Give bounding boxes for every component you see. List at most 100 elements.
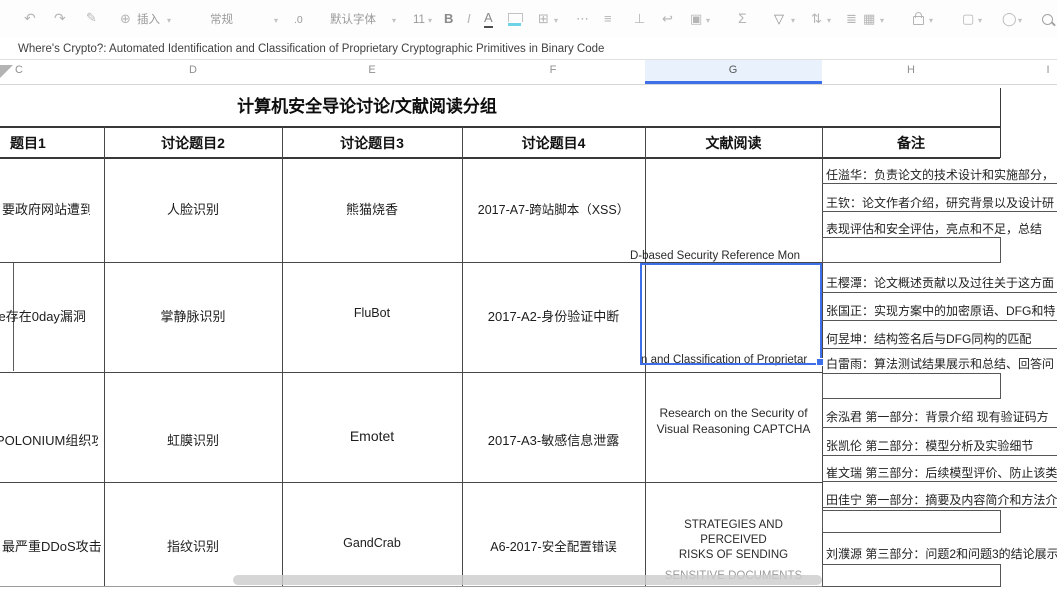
formula-bar[interactable]: Where's Crypto?: Automated Identificatio… [0,38,1057,59]
filter-button[interactable]: ▽ [774,12,784,26]
remark-cell[interactable]: 张国正：实现方案中的加密原语、DFG和特 [826,302,1055,319]
remark-cell[interactable]: 余泓君 第一部分：背景介绍 现有验证码方 [826,408,1049,425]
column-header-c[interactable]: C [4,64,34,76]
remark-cell[interactable]: 任溢华：负责论文的技术设计和实施部分， [826,166,1054,183]
remark-empty-cell[interactable] [822,373,1001,399]
spreadsheet-app: ↶ ↷ ✎ ⊕ 插入 ▾ 常规 ▾ .0 默认字体 ▾ 11 ▾ B I A ⊞… [0,0,1057,593]
header-reading[interactable]: 文献阅读 [645,133,822,153]
header-topic3[interactable]: 讨论题目3 [282,133,462,153]
grid-line [0,126,1000,128]
vertical-align-button[interactable]: ⊥ [634,12,645,26]
column-header-g[interactable]: G [718,64,748,76]
cell-topic1[interactable]: 要政府网站遭到 [2,199,90,218]
redo-icon[interactable]: ↷ [54,11,66,25]
remark-cell[interactable]: 张凯伦 第二部分：模型分析及实验细节 [826,437,1033,454]
remark-empty-cell[interactable] [822,237,1001,263]
column-header-f[interactable]: F [538,64,568,76]
wrap-text-button[interactable]: ↩ [662,12,673,26]
cell-style-icon[interactable]: ≣ [846,12,857,26]
cell-topic2[interactable]: 人脸识别 [104,199,282,218]
grid-line [462,127,463,586]
search-icon[interactable] [1042,14,1053,25]
lock-cell-button[interactable] [913,16,924,25]
remark-cell[interactable]: 白雷雨：算法测试结果展示和总结、回答问 [826,355,1054,372]
cell-reading-line[interactable]: Visual Reasoning CAPTCHA [645,422,822,436]
cell-topic1[interactable]: POLONIUM组织攻 [0,430,98,449]
cell-topic3[interactable]: Emotet [282,428,462,444]
cell-topic2[interactable]: 指纹识别 [104,536,282,555]
cell-topic3[interactable]: GandCrab [282,536,462,550]
horizontal-scrollbar-thumb[interactable] [233,575,822,585]
font-size-select[interactable]: 11 [413,14,425,26]
remark-cell[interactable]: 何昱坤：结构签名后与DFG同构的匹配 [826,330,1031,347]
cell-topic1[interactable]: 最严重DDoS攻击 [2,536,104,555]
cell-topic3[interactable]: 熊猫烧香 [282,199,462,218]
header-remarks[interactable]: 备注 [822,133,1000,153]
chevron-down-icon: ▾ [929,17,933,25]
insert-plus-icon[interactable]: ⊕ [120,12,131,26]
cell-topic2[interactable]: 虹膜识别 [104,430,282,449]
column-header-e[interactable]: E [357,64,387,76]
formula-bar-value: Where's Crypto?: Automated Identificatio… [18,43,604,55]
sheet-title-cell[interactable]: 计算机安全导论讨论/文献阅读分组 [0,92,734,117]
remark-cell[interactable]: 表现评估和安全评估，亮点和不足，总结 [826,220,1042,237]
column-header-d[interactable]: D [178,64,208,76]
table-style-button[interactable]: ▦ [863,12,875,26]
cell-reading-overflow[interactable]: D-based Security Reference Mon [630,250,822,262]
column-header-i[interactable]: I [1033,64,1057,76]
decimal-places-button[interactable]: .0 [294,14,303,26]
chevron-down-icon: ▾ [880,17,884,25]
cell-selection-border [640,263,822,365]
grid-line [0,372,822,373]
grid-line [822,348,1057,349]
chevron-down-icon: ▾ [554,17,558,25]
cell-topic4[interactable]: 2017-A2-身份验证中断 [462,306,645,325]
remark-empty-cell[interactable] [822,564,1001,587]
cell-topic3[interactable]: FluBot [282,306,462,320]
cell-topic4[interactable]: 2017-A3-敏感信息泄露 [462,430,645,449]
remark-cell[interactable]: 刘濮源 第三部分：问题2和问题3的结论展示 [826,545,1057,562]
cell-reading-line[interactable]: Research on the Security of [645,406,822,420]
selection-fill-handle[interactable] [816,358,824,366]
grid-line [104,127,105,586]
grid-line [822,481,1057,482]
screenshot-button[interactable]: ◯ [1002,12,1017,26]
insert-button[interactable]: 插入 [137,14,160,26]
header-topic1[interactable]: 题目1 [10,133,104,153]
cell-topic1[interactable]: ce存在0day漏洞 [0,306,104,325]
cell-topic2[interactable]: 掌静脉识别 [104,306,282,325]
grid-line [282,127,283,586]
cell-reading-line[interactable]: PERCEIVED [645,534,822,546]
sum-button[interactable]: Σ [738,11,747,25]
fill-color-button[interactable] [508,13,523,22]
header-topic4[interactable]: 讨论题目4 [462,133,645,153]
undo-icon[interactable]: ↶ [24,11,36,25]
cell-reading-line[interactable]: STRATEGIES AND [645,519,822,531]
column-header-h[interactable]: H [896,64,926,76]
window-freeze-button[interactable]: ▢ [962,12,974,26]
remark-cell[interactable]: 王樱潭：论文概述贡献以及过往关于这方面 [826,274,1054,291]
merge-cells-button[interactable]: ▣ [690,12,702,26]
italic-button[interactable]: I [467,12,471,26]
cell-reading-line[interactable]: RISKS OF SENDING [645,549,822,561]
bold-button[interactable]: B [444,12,453,26]
header-topic2[interactable]: 讨论题目2 [104,133,282,153]
remark-cell[interactable]: 田佳宁 第一部分：摘要及内容简介和方法介 [826,491,1057,508]
cell-topic4[interactable]: A6-2017-安全配置错误 [462,536,645,555]
chevron-down-icon: ▾ [392,17,396,25]
format-painter-icon[interactable]: ✎ [86,11,97,25]
cell-topic4[interactable]: 2017-A7-跨站脚本（XSS） [462,199,645,218]
remark-cell[interactable]: 王钦：论文作者介绍，研究背景以及设计研 [826,194,1054,211]
grid-line [822,183,1057,184]
grid-line [822,507,1057,508]
align-button[interactable]: ≡ [604,12,612,26]
font-select[interactable]: 默认字体 [330,14,376,26]
remark-cell[interactable]: 崔文瑞 第三部分：后续模型评价、防止该类 [826,464,1057,481]
number-format-select[interactable]: 常规 [210,14,233,26]
borders-button[interactable]: ⊞ [538,12,549,26]
more-tools-button[interactable]: ⋯ [576,12,589,26]
sort-button[interactable]: ⇅ [811,12,822,26]
underline-button[interactable]: A [484,11,493,28]
remark-empty-cell[interactable] [822,510,1001,533]
grid-line [0,157,1000,159]
